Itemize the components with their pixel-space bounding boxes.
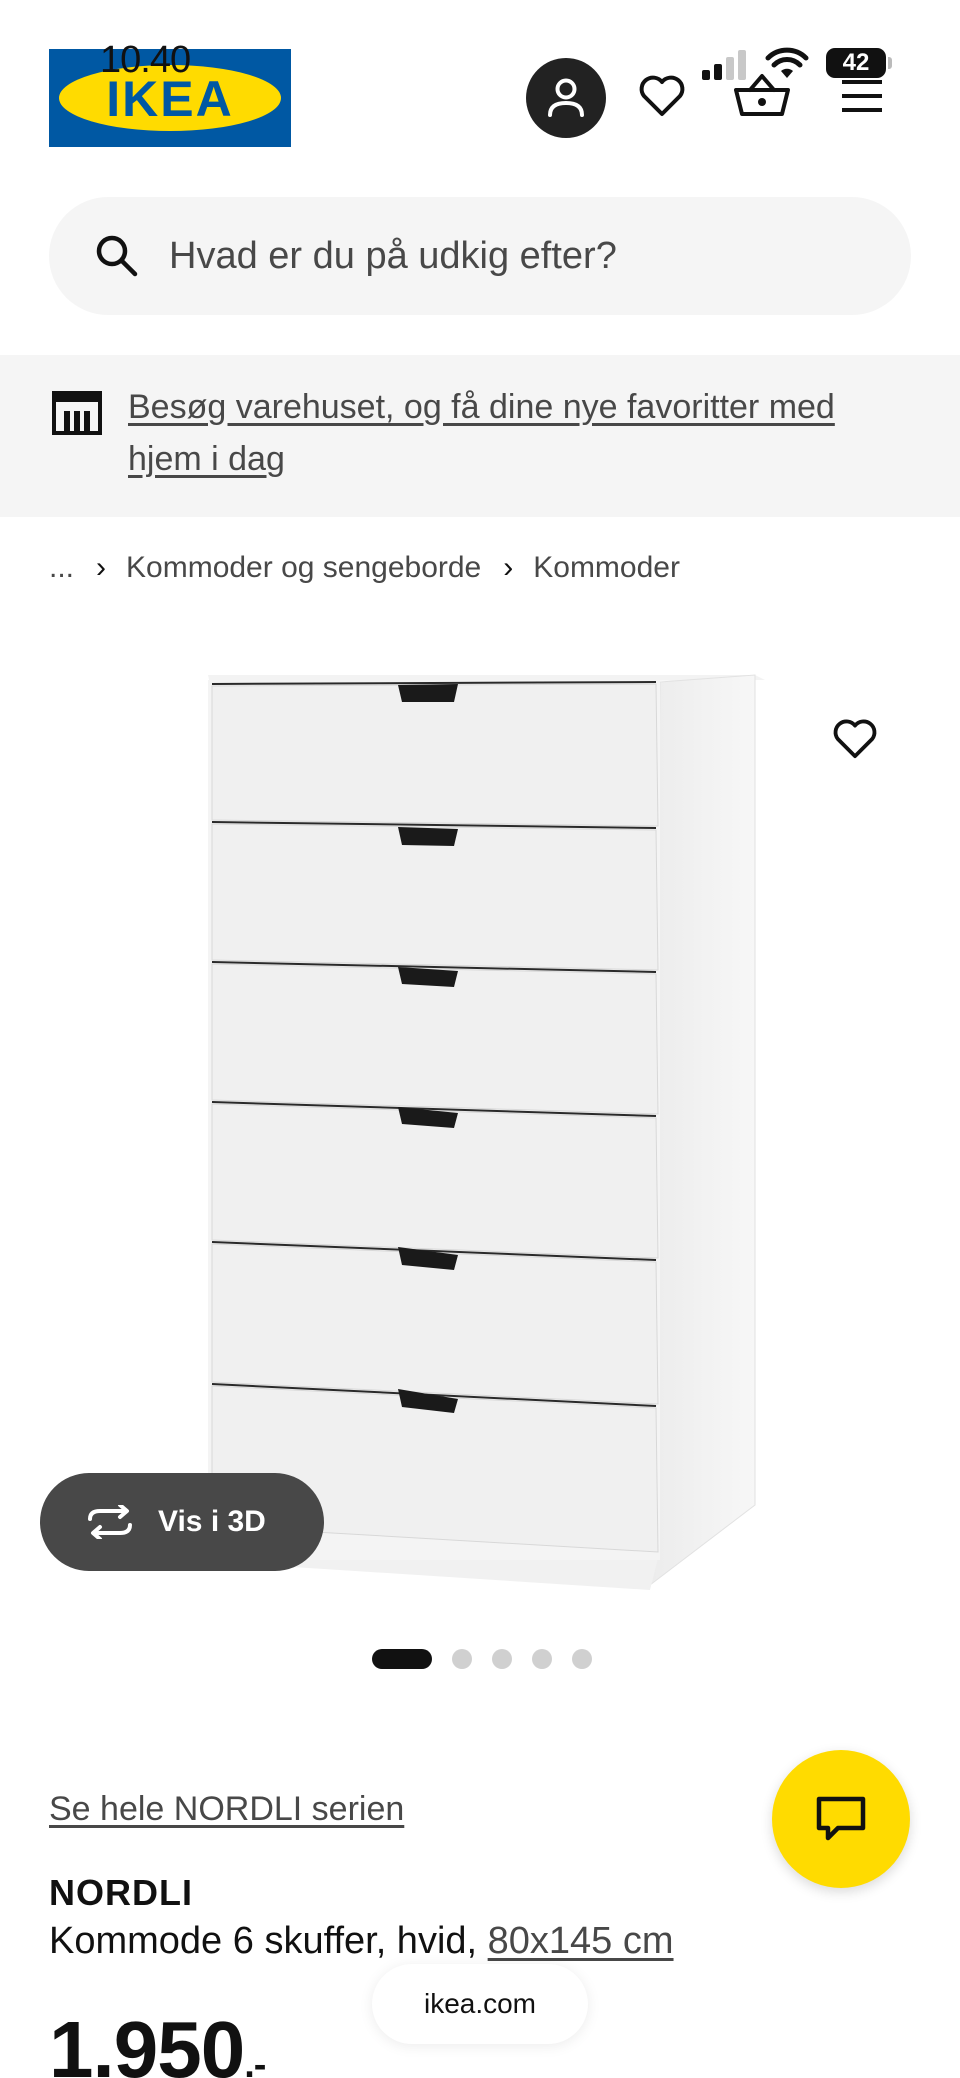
carousel-dot[interactable] xyxy=(372,1649,432,1669)
product-image[interactable] xyxy=(190,660,770,1600)
shopping-basket-icon xyxy=(734,74,790,116)
price-value: 1.950 xyxy=(49,2005,245,2078)
heart-icon xyxy=(639,75,685,116)
basket-button[interactable] xyxy=(734,72,790,120)
store-icon xyxy=(52,391,102,435)
add-to-wishlist-button[interactable] xyxy=(832,718,878,760)
carousel-dot[interactable] xyxy=(572,1649,592,1669)
chevron-right-icon: › xyxy=(96,551,107,584)
logo-text: IKEA xyxy=(106,71,234,127)
account-button[interactable] xyxy=(526,58,606,138)
product-price: 1.950.- xyxy=(49,2000,266,2078)
hamburger-menu-icon xyxy=(842,80,882,112)
breadcrumb: ... › Kommoder og sengeborde › Kommoder xyxy=(49,548,680,588)
search-icon xyxy=(96,235,138,277)
menu-button[interactable] xyxy=(840,80,884,112)
chat-bubble-icon xyxy=(816,1796,866,1841)
browser-url: ikea.com xyxy=(423,1988,537,2019)
view-in-3d-label: Vis i 3D xyxy=(158,1505,266,1538)
price-suffix: .- xyxy=(244,2044,266,2078)
carousel-dot[interactable] xyxy=(532,1649,552,1669)
store-visit-link[interactable]: Besøg varehuset, og få dine nye favoritt… xyxy=(128,381,908,485)
store-visit-banner: Besøg varehuset, og få dine nye favoritt… xyxy=(0,355,960,517)
product-description-text: Kommode 6 skuffer, hvid, xyxy=(49,1920,478,1962)
search-input[interactable] xyxy=(169,234,869,278)
status-time: 10.40 xyxy=(100,39,191,81)
person-icon xyxy=(548,78,584,117)
breadcrumb-item-kommoder[interactable]: Kommoder xyxy=(533,551,680,585)
browser-url-bar[interactable]: ikea.com xyxy=(372,1964,588,2044)
carousel-dot[interactable] xyxy=(452,1649,472,1669)
series-link[interactable]: Se hele NORDLI serien xyxy=(49,1790,404,1829)
heart-icon xyxy=(833,719,877,759)
battery-indicator: 42 xyxy=(826,48,886,78)
product-name: NORDLI xyxy=(49,1872,193,1913)
product-size-link[interactable]: 80x145 cm xyxy=(488,1920,674,1962)
battery-tip xyxy=(888,57,892,69)
image-carousel-indicator xyxy=(372,1648,612,1670)
breadcrumb-item-kommoder-og-sengeborde[interactable]: Kommoder og sengeborde xyxy=(126,551,481,585)
breadcrumb-ellipsis[interactable]: ... xyxy=(49,551,74,585)
view-in-3d-button[interactable]: Vis i 3D xyxy=(40,1473,324,1571)
chat-button[interactable] xyxy=(772,1750,910,1888)
carousel-dot[interactable] xyxy=(492,1649,512,1669)
favorites-button[interactable] xyxy=(638,74,686,118)
rotate-3d-icon xyxy=(88,1505,132,1539)
product-description: Kommode 6 skuffer, hvid, 80x145 cm xyxy=(49,1920,674,1963)
chevron-right-icon: › xyxy=(503,551,514,584)
search-bar[interactable] xyxy=(49,197,911,315)
